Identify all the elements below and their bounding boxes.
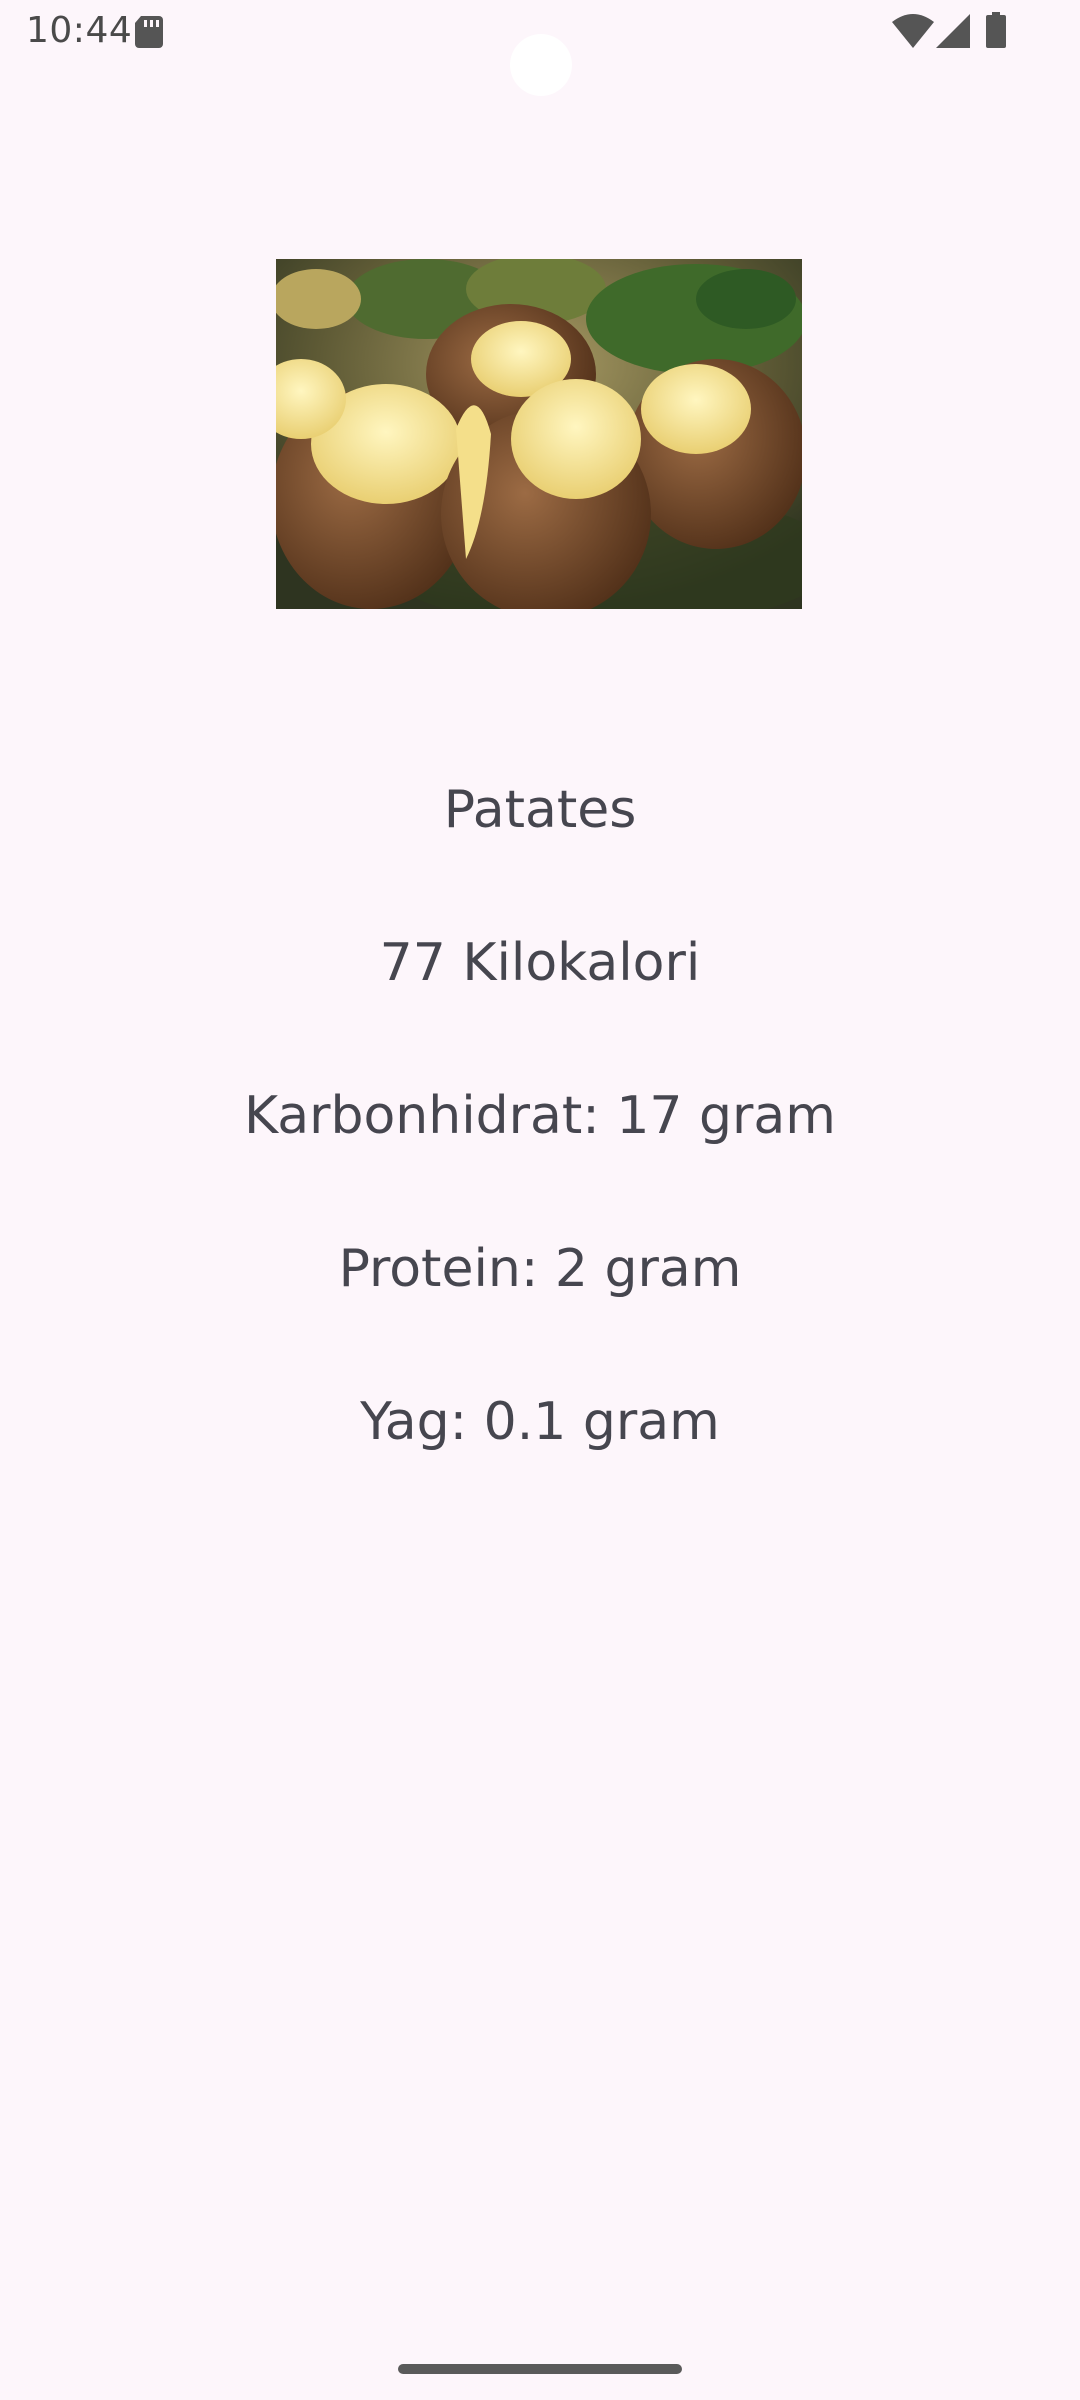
status-bar: 10:44 <box>0 0 1080 96</box>
wifi-icon <box>892 14 934 48</box>
status-time: 10:44 <box>26 10 133 51</box>
food-carbohydrate: Karbonhidrat: 17 gram <box>244 1086 836 1146</box>
app-screen: 10:44 Patates 77 Kilokalori Karbonhidrat… <box>0 0 1080 2400</box>
food-fat: Yag: 0.1 gram <box>360 1392 720 1452</box>
food-name: Patates <box>443 780 637 840</box>
food-calories: 77 Kilokalori <box>379 933 701 993</box>
sd-card-icon <box>135 16 163 48</box>
signal-icon <box>936 14 970 48</box>
food-image <box>276 259 802 609</box>
food-protein: Protein: 2 gram <box>338 1239 742 1299</box>
home-gesture-bar[interactable] <box>398 2364 682 2374</box>
battery-icon <box>986 12 1006 48</box>
front-camera <box>510 34 572 96</box>
